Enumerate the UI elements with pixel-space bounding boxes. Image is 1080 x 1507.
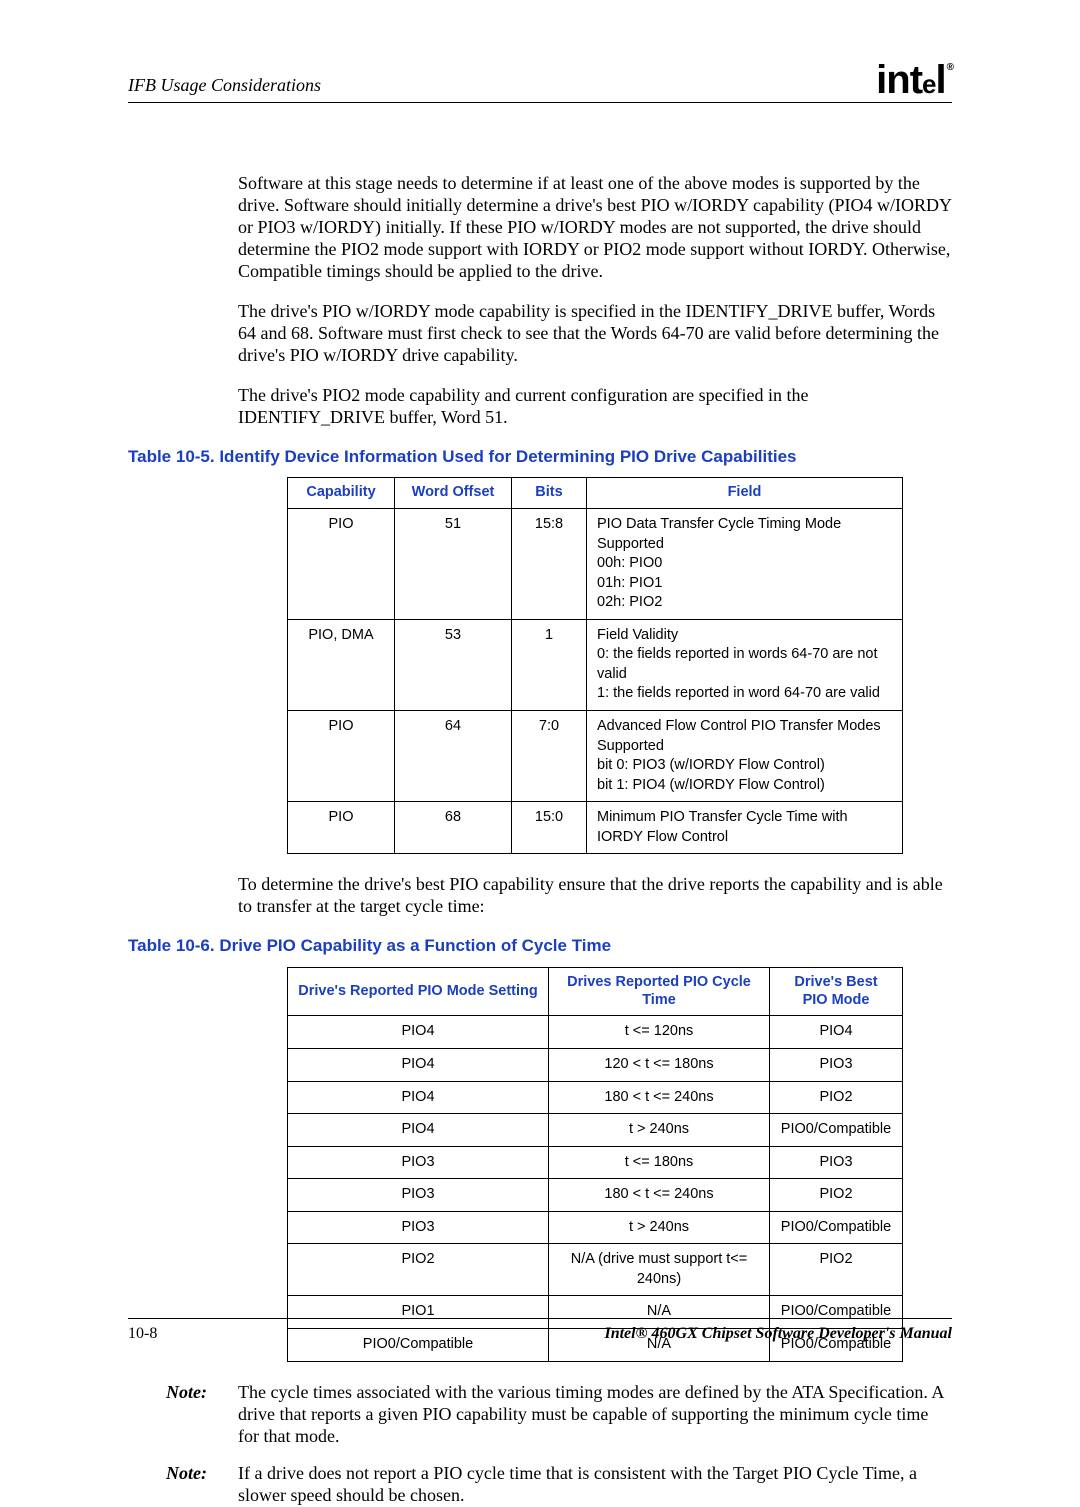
table-row: PIO2N/A (drive must support t<= 240ns)PI… — [288, 1244, 903, 1296]
col-header: Bits — [512, 478, 587, 509]
table-cell: 68 — [395, 802, 512, 854]
table-cell: PIO3 — [288, 1211, 549, 1244]
logo-text2: l — [936, 58, 946, 102]
col-header: Field — [587, 478, 903, 509]
table-header-row: Capability Word Offset Bits Field — [288, 478, 903, 509]
paragraph: Software at this stage needs to determin… — [238, 173, 952, 283]
table-row: PIO4t > 240nsPIO0/Compatible — [288, 1114, 903, 1147]
table-cell: t <= 120ns — [549, 1016, 770, 1049]
col-header: Drives Reported PIO Cycle Time — [549, 968, 770, 1016]
table-row: PIO3t <= 180nsPIO3 — [288, 1146, 903, 1179]
note-text: If a drive does not report a PIO cycle t… — [238, 1463, 952, 1507]
table-cell: 64 — [395, 711, 512, 802]
table-cell: Advanced Flow Control PIO Transfer Modes… — [587, 711, 903, 802]
table-row: PIO3180 < t <= 240nsPIO2 — [288, 1179, 903, 1212]
table-row: PIO5115:8PIO Data Transfer Cycle Timing … — [288, 508, 903, 619]
table-cell: t > 240ns — [549, 1114, 770, 1147]
table-cell: PIO4 — [288, 1114, 549, 1147]
table-cell: PIO0/Compatible — [770, 1114, 903, 1147]
table-cell: 15:0 — [512, 802, 587, 854]
table-cell: PIO — [288, 711, 395, 802]
table-cell: PIO2 — [770, 1244, 903, 1296]
table-cell: 51 — [395, 508, 512, 619]
table-cell: t <= 180ns — [549, 1146, 770, 1179]
table-cell: PIO4 — [288, 1081, 549, 1114]
note-text: The cycle times associated with the vari… — [238, 1382, 952, 1448]
table-cell: PIO2 — [770, 1179, 903, 1212]
table-cell: 1 — [512, 619, 587, 710]
page-number: 10-8 — [128, 1325, 157, 1343]
manual-title: Intel® 460GX Chipset Software Developer'… — [604, 1325, 952, 1343]
logo-e: e — [922, 69, 935, 99]
paragraph: The drive's PIO2 mode capability and cur… — [238, 385, 952, 429]
col-header: Capability — [288, 478, 395, 509]
table-cell: PIO, DMA — [288, 619, 395, 710]
col-header: Drive's Best PIO Mode — [770, 968, 903, 1016]
table-cycle-time: Drive's Reported PIO Mode Setting Drives… — [287, 967, 903, 1362]
table-cell: 7:0 — [512, 711, 587, 802]
table-row: PIO3t > 240nsPIO0/Compatible — [288, 1211, 903, 1244]
table-caption: Table 10-5. Identify Device Information … — [128, 447, 952, 468]
note-label: Note: — [166, 1463, 238, 1507]
table-cell: 15:8 — [512, 508, 587, 619]
table-row: PIO4180 < t <= 240nsPIO2 — [288, 1081, 903, 1114]
paragraph: The drive's PIO w/IORDY mode capability … — [238, 301, 952, 367]
table-cell: t > 240ns — [549, 1211, 770, 1244]
logo-reg: ® — [947, 62, 953, 73]
intel-logo: intel® — [876, 58, 952, 103]
table-cell: N/A (drive must support t<= 240ns) — [549, 1244, 770, 1296]
table-cell: PIO4 — [288, 1016, 549, 1049]
table-row: PIO4120 < t <= 180nsPIO3 — [288, 1048, 903, 1081]
table-row: PIO647:0Advanced Flow Control PIO Transf… — [288, 711, 903, 802]
page: IFB Usage Considerations intel® Software… — [0, 0, 1080, 1397]
table-caption: Table 10-6. Drive PIO Capability as a Fu… — [128, 936, 952, 957]
table-row: PIO6815:0Minimum PIO Transfer Cycle Time… — [288, 802, 903, 854]
table-cell: 180 < t <= 240ns — [549, 1081, 770, 1114]
header-rule — [128, 102, 952, 103]
table-cell: PIO2 — [288, 1244, 549, 1296]
table-cell: PIO0/Compatible — [770, 1211, 903, 1244]
table-cell: PIO3 — [288, 1179, 549, 1212]
table-header-row: Drive's Reported PIO Mode Setting Drives… — [288, 968, 903, 1016]
table-cell: Minimum PIO Transfer Cycle Time with IOR… — [587, 802, 903, 854]
note: Note: If a drive does not report a PIO c… — [166, 1463, 952, 1507]
table-cell: PIO4 — [288, 1048, 549, 1081]
table-cell: PIO3 — [770, 1048, 903, 1081]
page-footer: 10-8 Intel® 460GX Chipset Software Devel… — [128, 1318, 952, 1343]
table-cell: Field Validity0: the fields reported in … — [587, 619, 903, 710]
table-row: PIO4t <= 120nsPIO4 — [288, 1016, 903, 1049]
logo-text: int — [876, 58, 922, 102]
table-cell: PIO Data Transfer Cycle Timing Mode Supp… — [587, 508, 903, 619]
col-header: Word Offset — [395, 478, 512, 509]
paragraph: To determine the drive's best PIO capabi… — [238, 874, 952, 918]
table-cell: 180 < t <= 240ns — [549, 1179, 770, 1212]
body-content: Software at this stage needs to determin… — [238, 173, 952, 1507]
table-cell: 53 — [395, 619, 512, 710]
running-header: IFB Usage Considerations — [128, 75, 952, 96]
table-row: PIO, DMA531Field Validity0: the fields r… — [288, 619, 903, 710]
note-label: Note: — [166, 1382, 238, 1448]
col-header: Drive's Reported PIO Mode Setting — [288, 968, 549, 1016]
table-cell: PIO — [288, 508, 395, 619]
table-cell: PIO — [288, 802, 395, 854]
table-cell: 120 < t <= 180ns — [549, 1048, 770, 1081]
note: Note: The cycle times associated with th… — [166, 1382, 952, 1448]
table-cell: PIO3 — [288, 1146, 549, 1179]
table-cell: PIO2 — [770, 1081, 903, 1114]
table-pio-capabilities: Capability Word Offset Bits Field PIO511… — [287, 477, 903, 854]
table-cell: PIO4 — [770, 1016, 903, 1049]
table-cell: PIO3 — [770, 1146, 903, 1179]
